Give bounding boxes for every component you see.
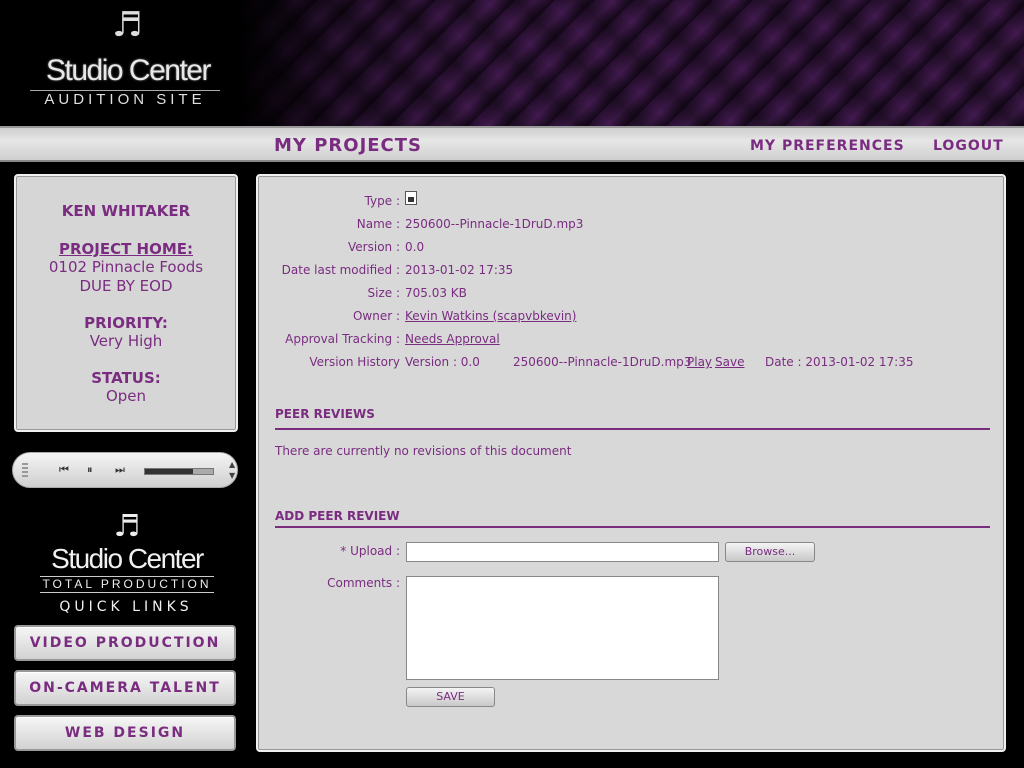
history-save-link[interactable]: Save xyxy=(715,355,744,369)
owner-label: Owner : xyxy=(352,309,400,323)
logo2-subtitle: TOTAL PRODUCTION xyxy=(40,576,214,593)
no-revisions-message: There are currently no revisions of this… xyxy=(275,444,572,458)
quick-link-video-production[interactable]: VIDEO PRODUCTION xyxy=(14,625,236,661)
progress-bar[interactable] xyxy=(144,468,214,475)
date-modified-label: Date last modified : xyxy=(281,263,400,277)
history-version: Version : 0.0 xyxy=(405,355,480,369)
nav-my-projects[interactable]: MY PROJECTS xyxy=(274,135,422,156)
history-date: Date : 2013-01-02 17:35 xyxy=(765,355,914,369)
upload-file-field[interactable] xyxy=(406,542,719,562)
microphone-icon: ♬ xyxy=(113,509,141,544)
owner-link[interactable]: Kevin Watkins (scapvbkevin) xyxy=(405,309,576,323)
type-label: Type : xyxy=(364,194,400,208)
peer-reviews-title: PEER REVIEWS xyxy=(275,407,375,421)
add-peer-review-divider xyxy=(275,526,990,528)
project-info-card: KEN WHITAKER PROJECT HOME: 0102 Pinnacle… xyxy=(14,174,238,432)
status-label: STATUS: xyxy=(91,369,161,387)
priority-value: Very High xyxy=(89,332,163,350)
previous-track-icon[interactable]: ⏮ xyxy=(59,462,69,478)
approval-link[interactable]: Needs Approval xyxy=(405,332,500,346)
nav-my-preferences[interactable]: MY PREFERENCES xyxy=(750,138,905,154)
header-banner-art xyxy=(238,0,1024,126)
version-value: 0.0 xyxy=(405,240,425,254)
next-track-icon[interactable]: ⏭ xyxy=(115,462,125,478)
quick-link-on-camera-talent[interactable]: ON-CAMERA TALENT xyxy=(14,670,236,706)
quick-links-title: QUICK LINKS xyxy=(59,599,193,615)
peer-reviews-divider xyxy=(275,428,990,430)
user-name: KEN WHITAKER xyxy=(61,202,191,220)
version-label: Version : xyxy=(348,240,400,254)
history-play-link[interactable]: Play xyxy=(687,355,712,369)
logo-subtitle: AUDITION SITE xyxy=(30,90,220,108)
row-type: Type : xyxy=(258,191,417,210)
add-peer-review-title: ADD PEER REVIEW xyxy=(275,509,400,523)
logo-wordmark: Studio Center xyxy=(46,54,211,87)
pause-icon[interactable]: ⏸ xyxy=(87,462,93,478)
site-header: ♬ Studio Center AUDITION SITE xyxy=(0,0,1024,126)
nav-bar: MY PROJECTS MY PREFERENCES LOGOUT xyxy=(0,126,1024,162)
size-value: 705.03 KB xyxy=(405,286,467,300)
project-home-due: DUE BY EOD xyxy=(79,277,173,295)
name-label: Name : xyxy=(356,217,400,231)
volume-arrows-icon[interactable]: ▲ ▼ xyxy=(229,459,235,481)
history-file-name: 250600--Pinnacle-1DruD.mp3 xyxy=(513,355,692,369)
studio-center-logo[interactable]: ♬ Studio Center AUDITION SITE xyxy=(20,6,230,116)
version-history-label: Version History xyxy=(309,355,400,369)
upload-label: * Upload : xyxy=(340,544,400,558)
project-home-name: 0102 Pinnacle Foods xyxy=(48,258,204,276)
size-label: Size : xyxy=(367,286,401,300)
approval-label: Approval Tracking : xyxy=(285,332,400,346)
progress-bar-fill xyxy=(192,469,213,474)
quick-link-web-design[interactable]: WEB DESIGN xyxy=(14,715,236,751)
row-version-history: Version History Version : 0.0 250600--Pi… xyxy=(258,355,978,371)
file-details-panel: Type : Name : 250600--Pinnacle-1DruD.mp3… xyxy=(256,174,1006,752)
status-value: Open xyxy=(105,387,147,405)
logo2-wordmark: Studio Center xyxy=(51,543,204,574)
microphone-icon: ♬ xyxy=(112,5,143,45)
name-value: 250600--Pinnacle-1DruD.mp3 xyxy=(405,217,584,231)
save-review-button[interactable]: SAVE xyxy=(406,687,495,707)
audio-document-icon[interactable] xyxy=(405,191,417,205)
browse-button[interactable]: Browse... xyxy=(725,542,815,562)
player-drag-handle[interactable] xyxy=(22,463,28,479)
nav-logout[interactable]: LOGOUT xyxy=(933,138,1004,154)
priority-label: PRIORITY: xyxy=(84,314,168,332)
comments-label: Comments : xyxy=(327,576,400,590)
project-home-label[interactable]: PROJECT HOME: xyxy=(16,240,236,258)
date-modified-value: 2013-01-02 17:35 xyxy=(405,263,514,277)
audio-player: ⏮ ⏸ ⏭ ▲ ▼ xyxy=(12,452,238,488)
comments-textarea[interactable] xyxy=(406,576,719,680)
